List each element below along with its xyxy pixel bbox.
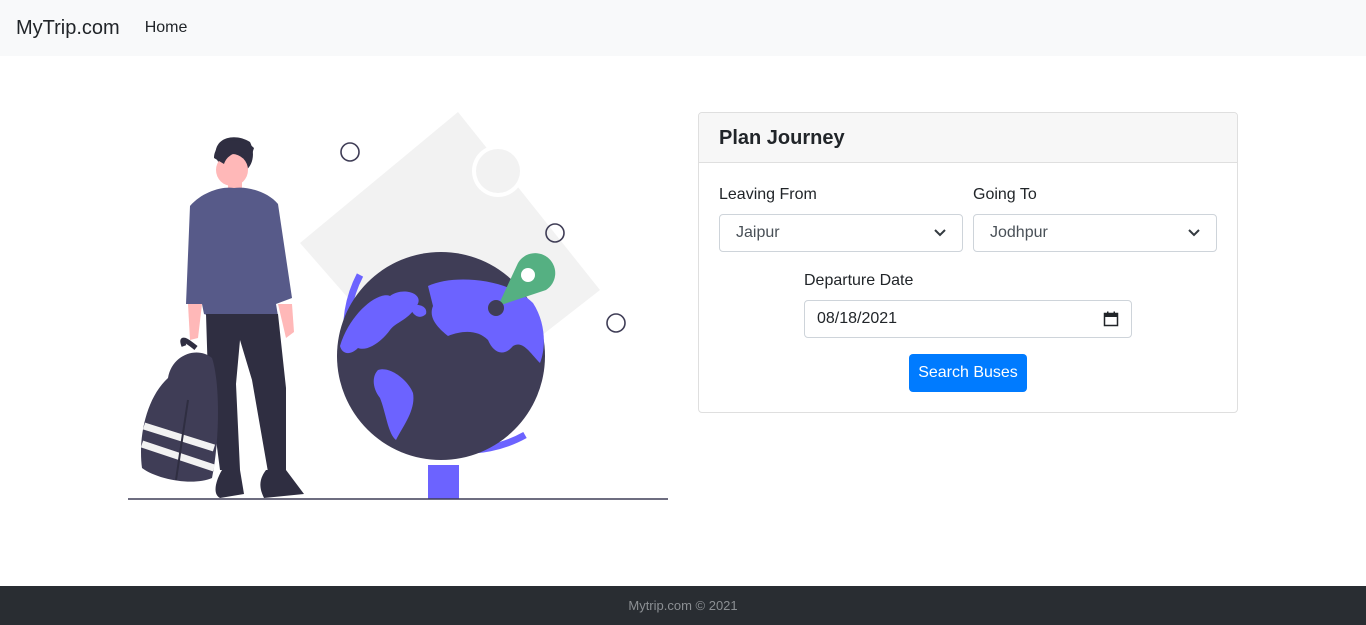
footer-copyright: Mytrip.com © 2021 [628,598,738,613]
brand-link[interactable]: MyTrip.com [16,17,120,40]
going-to-label: Going To [973,186,1037,203]
navbar: MyTrip.com Home [0,0,1366,56]
leaving-from-select[interactable]: Jaipur [719,214,963,252]
departure-date-value: 08/18/2021 [817,310,898,327]
travel-illustration [128,112,668,500]
decor-circle-3 [606,313,626,333]
chevron-down-icon [1188,229,1200,237]
departure-date-label: Departure Date [804,272,914,289]
leaving-from-value: Jaipur [736,224,780,241]
footer: Mytrip.com © 2021 [0,586,1366,625]
leaving-from-label: Leaving From [719,186,817,203]
departure-date-input[interactable]: 08/18/2021 [804,300,1132,338]
travel-bag [140,337,218,482]
going-to-value: Jodhpur [990,224,1048,241]
calendar-icon[interactable] [1103,311,1119,327]
search-buses-button[interactable]: Search Buses [909,354,1027,392]
chevron-down-icon [934,229,946,237]
plan-journey-card: Plan Journey Leaving From Jaipur Going T… [698,112,1238,413]
going-to-select[interactable]: Jodhpur [973,214,1217,252]
card-title: Plan Journey [699,113,1237,163]
decor-circle-1 [340,142,360,162]
nav-home-link[interactable]: Home [145,19,188,37]
